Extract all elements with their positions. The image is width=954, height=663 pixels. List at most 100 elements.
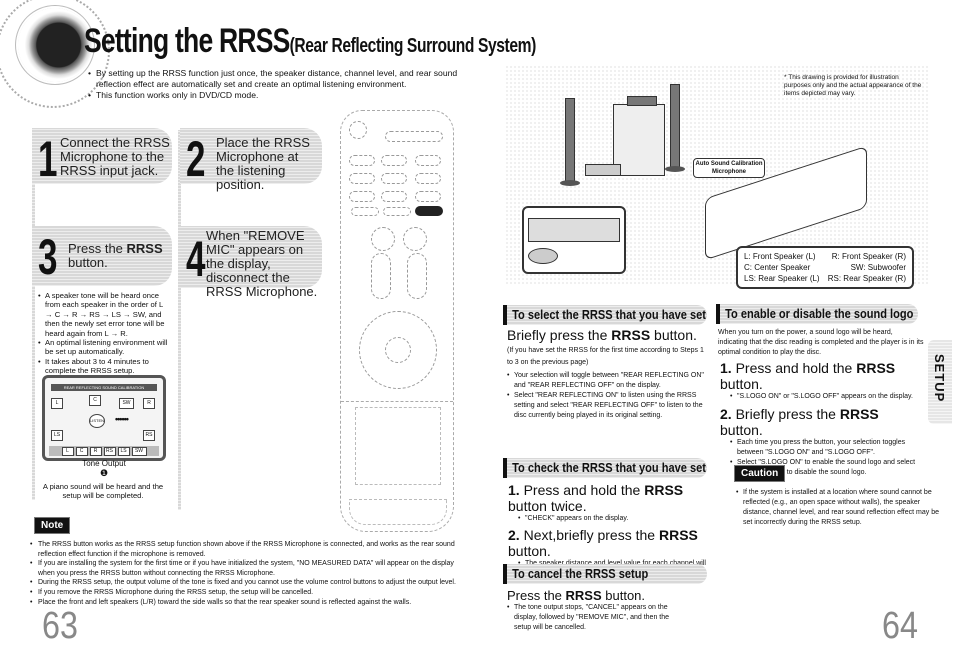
step-number: 2 — [186, 131, 206, 187]
page-title: Setting the RRSS(Rear Reflecting Surroun… — [84, 22, 536, 61]
step-2-box: 2 Place the RRSS Microphone at the liste… — [180, 128, 322, 192]
channel-box: LS — [117, 446, 130, 456]
heading-text: To select the RRSS that you have set — [512, 307, 706, 322]
cancel-lead: Press the RRSS button. — [507, 588, 645, 604]
column-guide-line — [32, 130, 35, 500]
section-heading-select: To select the RRSS that you have set — [503, 305, 707, 325]
step-text: button. — [720, 422, 763, 438]
step-text: Next,briefly press the — [523, 527, 659, 543]
step-number: 2. — [508, 527, 520, 543]
intro-bullet: This function works only in DVD/CD mode. — [88, 90, 458, 101]
power-button-icon — [349, 121, 367, 139]
remote-button — [385, 131, 443, 142]
speaker-box: RS — [143, 430, 155, 441]
disclaimer-text: This drawing is provided for illustratio… — [784, 74, 922, 97]
receiver-closeup — [522, 206, 626, 274]
speaker-box: LS — [51, 430, 63, 441]
setup-tab-label: SETUP — [932, 354, 947, 403]
channel-box: RS — [103, 446, 116, 456]
bullet-item: Each time you press the button, your sel… — [730, 438, 922, 458]
number-keypad — [355, 407, 441, 485]
caution-item: If the system is installed at a location… — [736, 488, 946, 528]
note-list: The RRSS button works as the RRSS setup … — [30, 540, 460, 607]
mic-callout: Auto Sound Calibration Microphone — [693, 158, 765, 178]
bullet-item: The tone output stops, "CANCEL" appears … — [507, 603, 687, 633]
note-badge: Note — [34, 517, 71, 534]
channel-box: C — [75, 446, 88, 456]
logo-step-1: 1. Press and hold the RRSS button. — [720, 360, 922, 392]
microphone-icon — [528, 248, 558, 264]
step-3-box: 3 Press the RRSS button. — [32, 226, 172, 286]
remote-control-illustration — [340, 110, 454, 532]
select-note: (If you have set the RRSS for the first … — [507, 347, 704, 366]
center-speaker — [627, 96, 657, 106]
step-bold: RRSS — [856, 360, 896, 376]
step-text: button. — [508, 543, 551, 559]
lead-text: button. — [650, 327, 697, 343]
legend-item: C: Center Speaker — [744, 263, 811, 272]
step-3-bullets: A speaker tone will be heard once from e… — [38, 291, 168, 376]
sound-logo-intro: When you turn on the power, a sound logo… — [718, 329, 924, 356]
step-number: 2. — [720, 406, 732, 422]
note-item: If you remove the RRSS Microphone during… — [30, 588, 460, 598]
note-item: If you are installing the system for the… — [30, 559, 460, 578]
speaker-box: R — [143, 398, 155, 409]
bullet-item: Select "REAR REFLECTING ON" to listen us… — [507, 391, 709, 421]
step-number: 1. — [508, 482, 520, 498]
note-item: The RRSS button works as the RRSS setup … — [30, 540, 460, 559]
legend-item: L: Front Speaker (L) — [744, 252, 816, 261]
check-step-2: 2. Next,briefly press the RRSS button. — [508, 527, 718, 559]
note-item: Place the front and left speakers (L/R) … — [30, 598, 460, 608]
speaker-box: C — [89, 395, 101, 406]
step-text: Briefly press the — [735, 406, 840, 422]
step-text: Press and hold the — [523, 482, 645, 498]
legend-item: RS: Rear Speaker (R) — [827, 274, 906, 283]
step-text: When "REMOVE MIC" appears on the display… — [206, 228, 318, 299]
section-heading-cancel: To cancel the RRSS setup — [503, 564, 707, 584]
legend-item: R: Front Speaker (R) — [831, 252, 906, 261]
step-number: 3 — [38, 229, 58, 285]
receiver-unit — [585, 164, 621, 176]
channel-box: SW — [131, 446, 147, 456]
select-lead: Briefly press the RRSS button. — [507, 327, 697, 343]
step-text-bold: RRSS — [126, 241, 163, 256]
step-text: button. — [720, 376, 763, 392]
volume-rocker — [371, 253, 391, 299]
speaker-box: SW — [119, 398, 134, 409]
bullet-item: "CHECK" appears on the display. — [518, 514, 718, 524]
check-step-1: 1. Press and hold the RRSS button twice. — [508, 482, 718, 514]
sound-logo-steps: 1. Press and hold the RRSS button. "S.LO… — [720, 360, 922, 478]
front-left-speaker — [565, 98, 575, 182]
select-bullets: Your selection will toggle between "REAR… — [507, 371, 709, 421]
tuning-rocker — [407, 253, 427, 299]
tone-output-label: Tone Output — [82, 459, 126, 468]
lead-bold: RRSS — [611, 327, 651, 343]
step-bold: RRSS — [644, 482, 684, 498]
lead-text: Press the — [507, 588, 566, 603]
step-text: Press the RRSS button. — [68, 242, 168, 270]
progress-dots: •••••• — [115, 414, 129, 424]
step-4-box: 4 When "REMOVE MIC" appears on the displ… — [180, 226, 322, 299]
speaker-legend: L: Front Speaker (L) R: Front Speaker (R)… — [736, 246, 914, 289]
bullet-item: "S.LOGO ON" or "S.LOGO OFF" appears on t… — [730, 392, 922, 402]
caution-badge: Caution — [734, 465, 786, 482]
front-right-speaker — [670, 84, 680, 168]
step-text-part: Press the — [68, 241, 127, 256]
setup-side-tab[interactable]: SETUP — [928, 340, 952, 424]
lead-text: button. — [601, 588, 646, 603]
section-heading-check: To check the RRSS that you have set — [503, 458, 707, 478]
rrss-button-highlight — [415, 206, 443, 216]
legend-item: LS: Rear Speaker (L) — [744, 274, 820, 283]
column-guide-line — [178, 130, 181, 510]
step-text: Place the RRSS Microphone at the listeni… — [216, 135, 310, 192]
page-number-right: 64 — [882, 605, 918, 647]
step-text: Press and hold the — [735, 360, 857, 376]
bullet-item: An optimal listening environment will be… — [38, 338, 168, 357]
screen-header: REAR REFLECTING SOUND CALIBRATION — [51, 384, 157, 391]
listener-icon: LISTEN — [89, 414, 105, 428]
logo-step-2: 2. Briefly press the RRSS button. — [720, 406, 922, 438]
bullet-item: A speaker tone will be heard once from e… — [38, 291, 168, 338]
lead-bold: RRSS — [565, 588, 602, 603]
step-text: Connect the RRSS Microphone to the RRSS … — [60, 135, 170, 178]
step-number: 1 — [38, 131, 58, 187]
